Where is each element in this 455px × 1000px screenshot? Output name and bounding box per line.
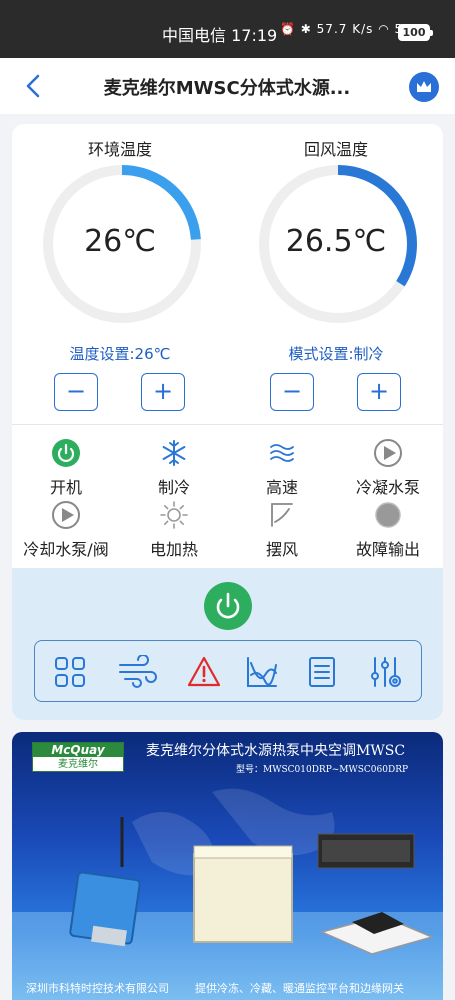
func-power-on[interactable]: 开机 bbox=[16, 438, 116, 498]
alarm-icon: ⏰ bbox=[280, 22, 296, 36]
bluetooth-icon: ✱ bbox=[300, 22, 312, 36]
ambient-temp-value: 26℃ bbox=[84, 224, 156, 259]
battery-indicator: 100 bbox=[398, 24, 433, 41]
status-icons: ⏰ ✱ 57.7 K/s ◠ 5G bbox=[280, 22, 413, 36]
func-label: 电加热 bbox=[149, 540, 198, 559]
func-cooling[interactable]: 制冷 bbox=[124, 438, 224, 498]
grid-icon[interactable] bbox=[53, 655, 87, 689]
mode-plus-button[interactable]: + bbox=[357, 373, 401, 411]
network-speed: 57.7 K/s bbox=[316, 22, 374, 36]
return-air-value: 26.5℃ bbox=[285, 224, 387, 259]
back-icon[interactable] bbox=[22, 72, 46, 100]
func-label: 摆风 bbox=[265, 540, 298, 559]
func-electric-heat[interactable]: 电加热 bbox=[124, 500, 224, 560]
func-label: 高速 bbox=[265, 478, 298, 497]
temp-minus-button[interactable]: − bbox=[54, 373, 98, 411]
func-label: 制冷 bbox=[157, 478, 190, 497]
func-cooling-pump-valve[interactable]: 冷却水泵/阀 bbox=[16, 500, 116, 560]
swing-icon bbox=[271, 503, 293, 527]
play-icon bbox=[374, 439, 402, 467]
settings-sliders-icon[interactable] bbox=[369, 655, 403, 689]
func-label: 开机 bbox=[49, 478, 82, 497]
func-condensate-pump[interactable]: 冷凝水泵 bbox=[338, 438, 438, 498]
snowflake-icon bbox=[162, 440, 186, 466]
temp-plus-button[interactable]: + bbox=[141, 373, 185, 411]
page-title: 麦克维尔MWSC分体式水源... bbox=[103, 78, 351, 99]
sun-icon bbox=[160, 501, 188, 529]
gauge-label-return-air: 回风温度 bbox=[303, 140, 368, 159]
carrier-time: 中国电信 17:19 bbox=[162, 26, 278, 45]
indoor-unit bbox=[193, 845, 293, 943]
func-high-speed[interactable]: 高速 bbox=[232, 438, 332, 498]
bottom-toolbar bbox=[34, 640, 422, 702]
gateway-device bbox=[69, 817, 141, 947]
mode-minus-button[interactable]: − bbox=[270, 373, 314, 411]
chart-icon[interactable] bbox=[245, 655, 279, 689]
banner-footer-right: 提供冷冻、冷藏、暖通监控平台和边缘网关 bbox=[195, 982, 404, 995]
power-button[interactable] bbox=[204, 582, 252, 630]
logo-cn-text: 麦克维尔 bbox=[58, 759, 98, 770]
title-bar: 麦克维尔MWSC分体式水源... bbox=[0, 58, 455, 114]
func-label: 故障输出 bbox=[355, 540, 420, 559]
warning-icon[interactable] bbox=[187, 655, 221, 689]
logo-text: McQuay bbox=[33, 743, 123, 757]
divider bbox=[12, 424, 443, 425]
power-icon bbox=[216, 592, 240, 619]
func-swing[interactable]: 摆风 bbox=[232, 500, 332, 560]
banner-title: 麦克维尔分体式水源热泵中央空调MWSC bbox=[146, 743, 406, 759]
banner-footer: 深圳市科特时控技术有限公司 提供冷冻、冷藏、暖通监控平台和边缘网关 bbox=[26, 980, 404, 996]
play-icon bbox=[52, 501, 80, 529]
func-fault-output[interactable]: 故障输出 bbox=[338, 500, 438, 560]
ducted-unit bbox=[317, 833, 415, 869]
crown-icon[interactable] bbox=[409, 72, 439, 102]
mcquay-logo: McQuay 麦克维尔 bbox=[32, 742, 124, 772]
power-on-icon bbox=[52, 439, 80, 467]
wifi-icon: ◠ bbox=[378, 22, 390, 36]
promo-banner[interactable]: McQuay 麦克维尔 麦克维尔分体式水源热泵中央空调MWSC 型号：MWSC0… bbox=[12, 732, 443, 1000]
wind-speed-icon bbox=[270, 444, 294, 462]
banner-footer-left: 深圳市科特时控技术有限公司 bbox=[26, 982, 169, 995]
gauge-label-ambient: 环境温度 bbox=[87, 140, 152, 159]
func-label: 冷凝水泵 bbox=[355, 478, 420, 497]
wind-icon[interactable] bbox=[117, 655, 159, 689]
func-label: 冷却水泵/阀 bbox=[23, 540, 109, 559]
list-icon[interactable] bbox=[305, 655, 339, 689]
mode-setting[interactable]: 模式设置:制冷 bbox=[251, 343, 421, 364]
status-bar: 中国电信 17:19 ⏰ ✱ 57.7 K/s ◠ 5G 100 bbox=[0, 0, 455, 58]
banner-subtitle: 型号：MWSC010DRP~MWSC060DRP bbox=[236, 765, 409, 775]
fault-dot-icon bbox=[375, 502, 401, 528]
control-card: 环境温度 26℃ 温度设置:26℃ − + 回风温度 26.5℃ 模式设置:制冷… bbox=[12, 124, 443, 720]
temp-setting[interactable]: 温度设置:26℃ bbox=[35, 343, 205, 364]
